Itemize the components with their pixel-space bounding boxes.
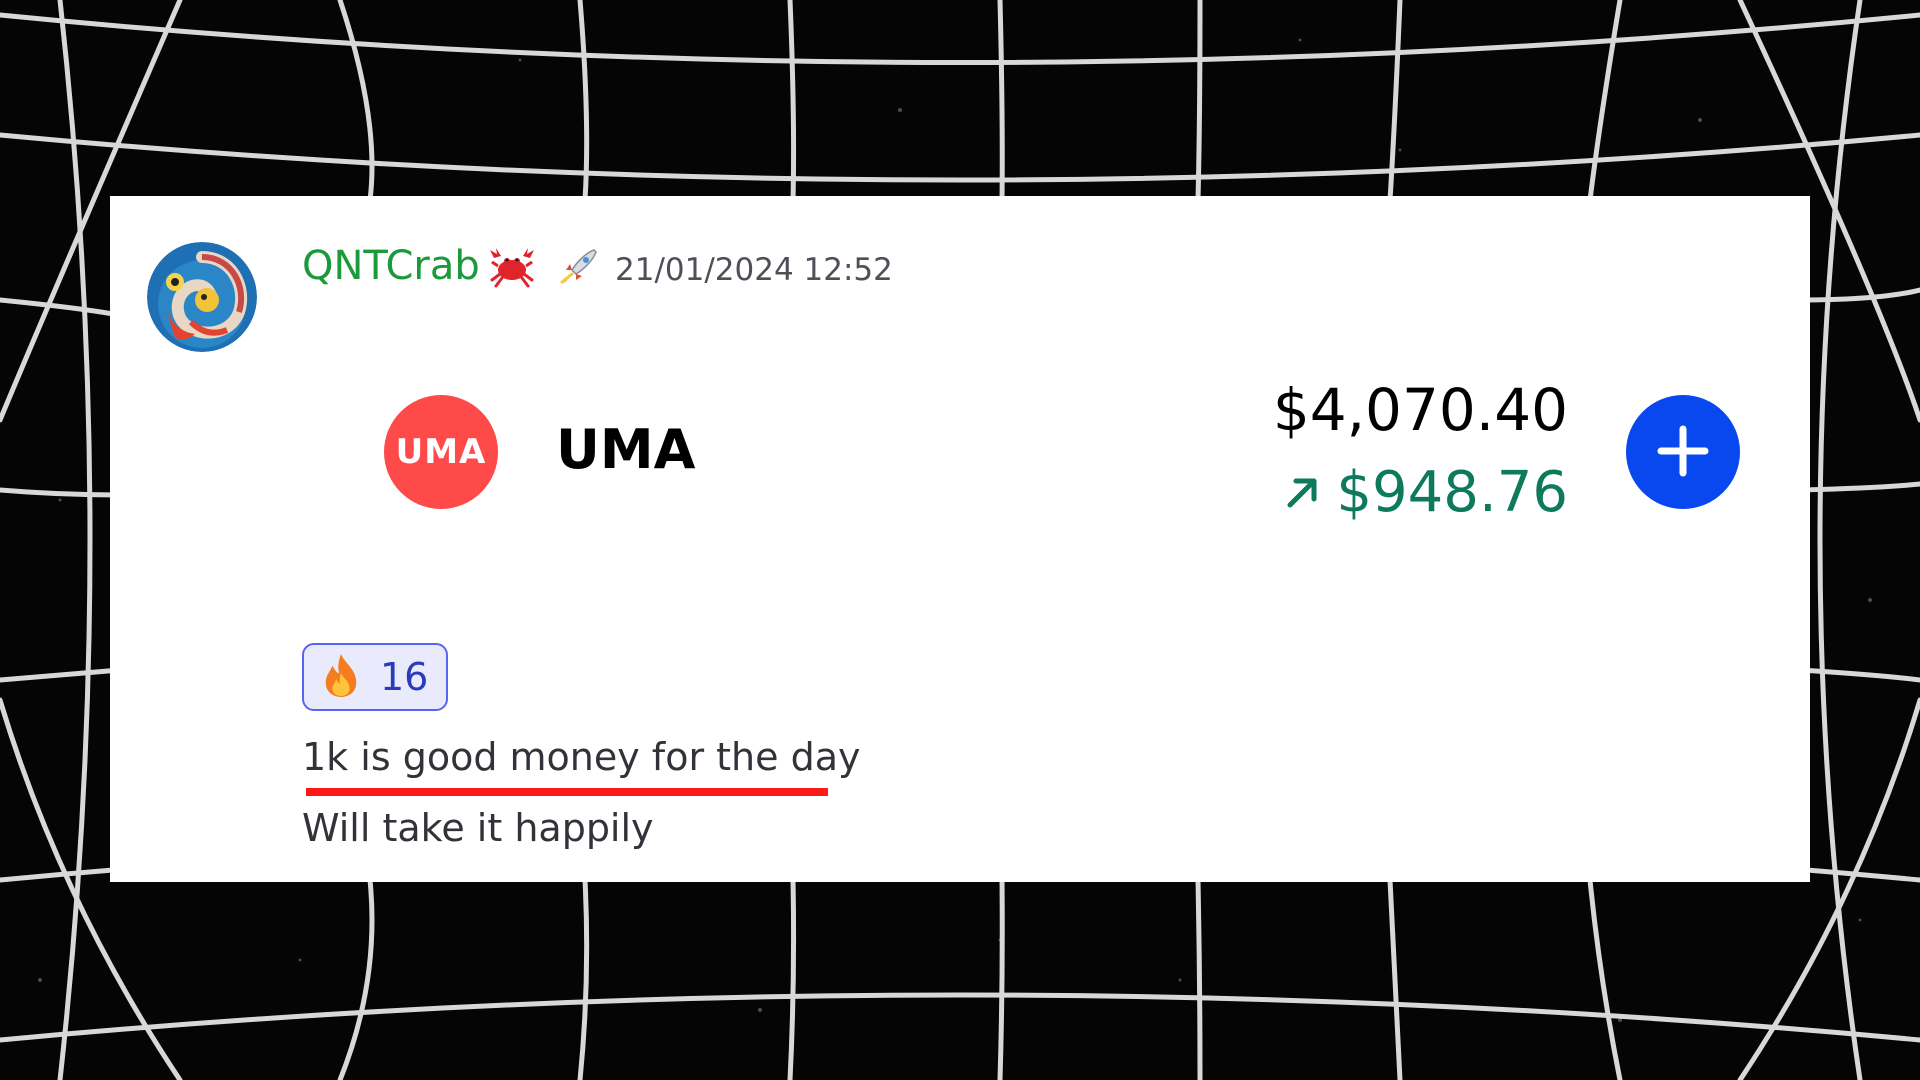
arrow-up-right-icon: [1282, 473, 1322, 513]
price-block: $4,070.40 $948.76: [1273, 374, 1568, 528]
total-value: $4,070.40: [1272, 376, 1568, 444]
message-text-line: Will take it happily: [302, 806, 654, 850]
discord-message-card: QNTCrab 21/01/2024 12:52 UMA UMA $4,070.…: [110, 196, 1810, 882]
token-name: UMA: [556, 418, 696, 481]
username[interactable]: QNTCrab: [302, 242, 480, 290]
fire-icon: [320, 652, 362, 702]
video-frame: QNTCrab 21/01/2024 12:52 UMA UMA $4,070.…: [0, 0, 1920, 1080]
add-button[interactable]: [1626, 395, 1740, 509]
message-text-line: 1k is good money for the day: [302, 735, 861, 779]
plus-icon: [1653, 421, 1713, 484]
gain-value: $948.76: [1336, 460, 1568, 525]
reaction-fire[interactable]: 16: [302, 643, 448, 711]
crab-icon: [488, 244, 536, 288]
token-logo-text: UMA: [395, 432, 487, 472]
rocket-icon: [558, 246, 600, 288]
avatar[interactable]: [147, 242, 257, 352]
avatar-image: [147, 242, 257, 352]
gain-row: $948.76: [1273, 458, 1568, 528]
uma-token-logo: UMA: [384, 395, 498, 509]
message-timestamp: 21/01/2024 12:52: [615, 252, 893, 288]
reaction-count: 16: [380, 655, 429, 699]
red-underline-highlight: [306, 788, 828, 796]
